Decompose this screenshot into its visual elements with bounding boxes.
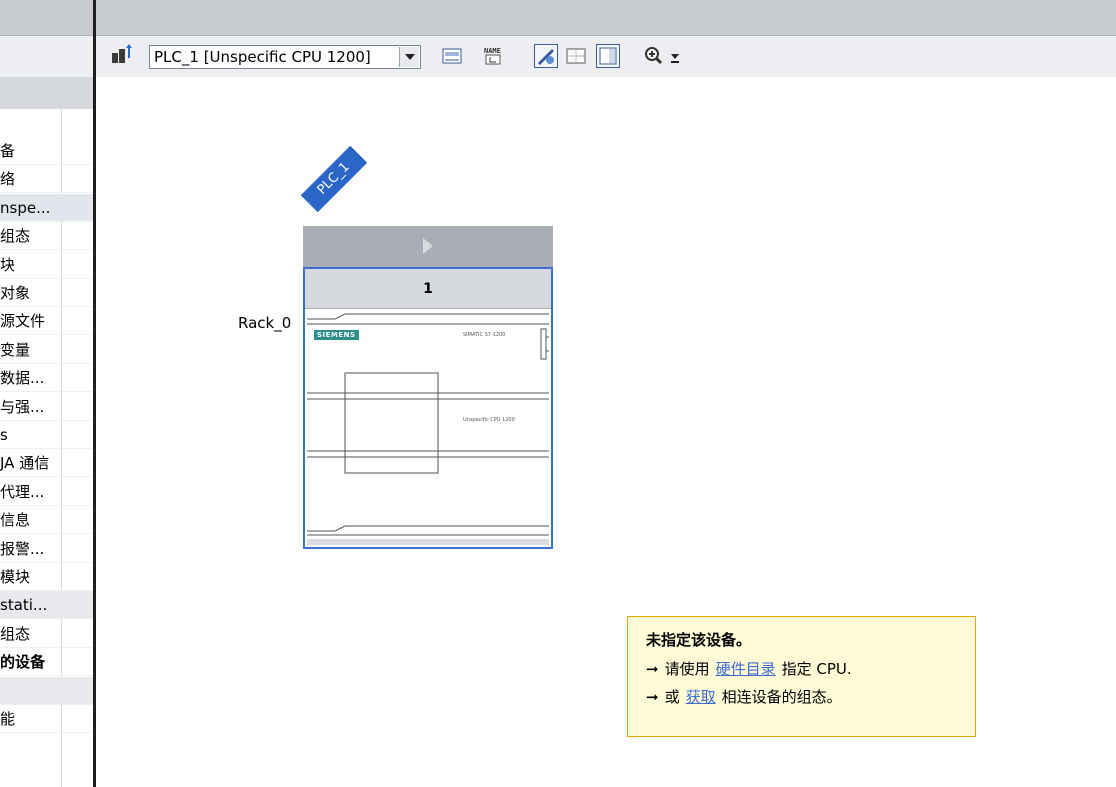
cpu-module-drawing — [307, 313, 549, 545]
tree-item[interactable]: stati... — [0, 591, 93, 620]
tree-item[interactable]: 信息 — [0, 506, 93, 535]
tree-item[interactable]: 组态 — [0, 222, 93, 251]
cpu-module[interactable]: 1 SIEMENS SIMATIC S7-1200 Unspecific CPU… — [303, 267, 553, 549]
project-tree-title-bar — [0, 0, 93, 35]
tree-item[interactable] — [0, 676, 93, 705]
tree-item[interactable]: nspe... — [0, 193, 93, 222]
info-line2-prefix: 或 — [664, 688, 680, 706]
tree-item[interactable]: 模块 — [0, 563, 93, 591]
expand-arrow-icon[interactable] — [423, 238, 433, 254]
tree-item[interactable]: 络 — [0, 165, 93, 194]
detect-link[interactable]: 获取 — [686, 688, 716, 706]
tree-item[interactable]: 源文件 — [0, 307, 93, 336]
module-series-label: SIMATIC S7-1200 — [463, 332, 506, 338]
name-icon[interactable]: NAME — [482, 44, 506, 68]
tree-item[interactable]: 数据... — [0, 364, 93, 393]
info-line1-suffix: 指定 CPU. — [781, 660, 852, 678]
tree-item[interactable]: 块 — [0, 251, 93, 279]
project-tree-panel: 备络 nspe... 组态块对象 源文件 变量 数据... 与强... s JA 通信 代理...… — [0, 0, 93, 787]
tree-item[interactable]: 能 — [0, 705, 93, 733]
zoom-in-icon[interactable] — [642, 44, 666, 68]
module-model-label: Unspecific CPU 1200 — [463, 417, 515, 423]
unspecified-device-info-box: 未指定该设备。 ➞ 请使用 硬件目录 指定 CPU. ➞ 或获取 相连设备的组态。 — [627, 616, 976, 737]
panel-icon[interactable] — [596, 44, 620, 68]
info-line-catalog: ➞ 请使用 硬件目录 指定 CPU. — [646, 655, 975, 683]
zoom-dropdown-icon[interactable] — [668, 44, 682, 68]
info-line1-prefix: 请使用 — [664, 660, 710, 678]
tree-item[interactable]: 的设备 — [0, 648, 93, 677]
editor-title-bar — [96, 0, 1116, 35]
svg-text:NAME: NAME — [484, 47, 501, 55]
rack-label: Rack_0 — [238, 314, 292, 332]
network-view-icon[interactable] — [110, 44, 134, 68]
tree-item[interactable]: 变量 — [0, 336, 93, 364]
tree-item[interactable]: 对象 — [0, 279, 93, 307]
tree-item[interactable]: 组态 — [0, 620, 93, 648]
project-tree-toolbar — [0, 35, 93, 104]
arrow-right-icon: ➞ — [646, 660, 659, 678]
info-line2-suffix: 相连设备的组态。 — [721, 688, 842, 706]
device-list-icon[interactable] — [440, 44, 464, 68]
tree-item[interactable]: 备 — [0, 137, 93, 165]
info-title: 未指定该设备。 — [646, 631, 752, 649]
tree-item[interactable]: JA 通信 — [0, 449, 93, 478]
chevron-down-icon[interactable] — [399, 47, 419, 67]
project-tree-header — [0, 77, 93, 109]
plc-name-tag[interactable]: PLC_1 — [300, 145, 368, 213]
device-view-toolbar: PLC_1 [Unspecific CPU 1200] NAME — [96, 35, 1116, 77]
tree-item[interactable]: 报警... — [0, 535, 93, 563]
device-select[interactable]: PLC_1 [Unspecific CPU 1200] — [149, 45, 421, 69]
siemens-logo: SIEMENS — [314, 330, 359, 340]
tree-item[interactable]: s — [0, 421, 93, 449]
tree-item[interactable]: 与强... — [0, 393, 93, 421]
hardware-catalog-link[interactable]: 硬件目录 — [716, 660, 776, 678]
device-view-canvas[interactable]: PLC_1 Rack_0 1 SIEMENS SIMATIC S7-1200 U… — [96, 77, 1116, 787]
info-line-detect: ➞ 或获取 相连设备的组态。 — [646, 683, 975, 711]
grid-icon[interactable] — [564, 44, 588, 68]
properties-icon[interactable] — [534, 44, 558, 68]
rack-header-bar[interactable] — [303, 226, 553, 267]
tree-item[interactable]: 代理... — [0, 478, 93, 506]
arrow-right-icon: ➞ — [646, 688, 659, 706]
device-select-value: PLC_1 [Unspecific CPU 1200] — [154, 48, 371, 66]
